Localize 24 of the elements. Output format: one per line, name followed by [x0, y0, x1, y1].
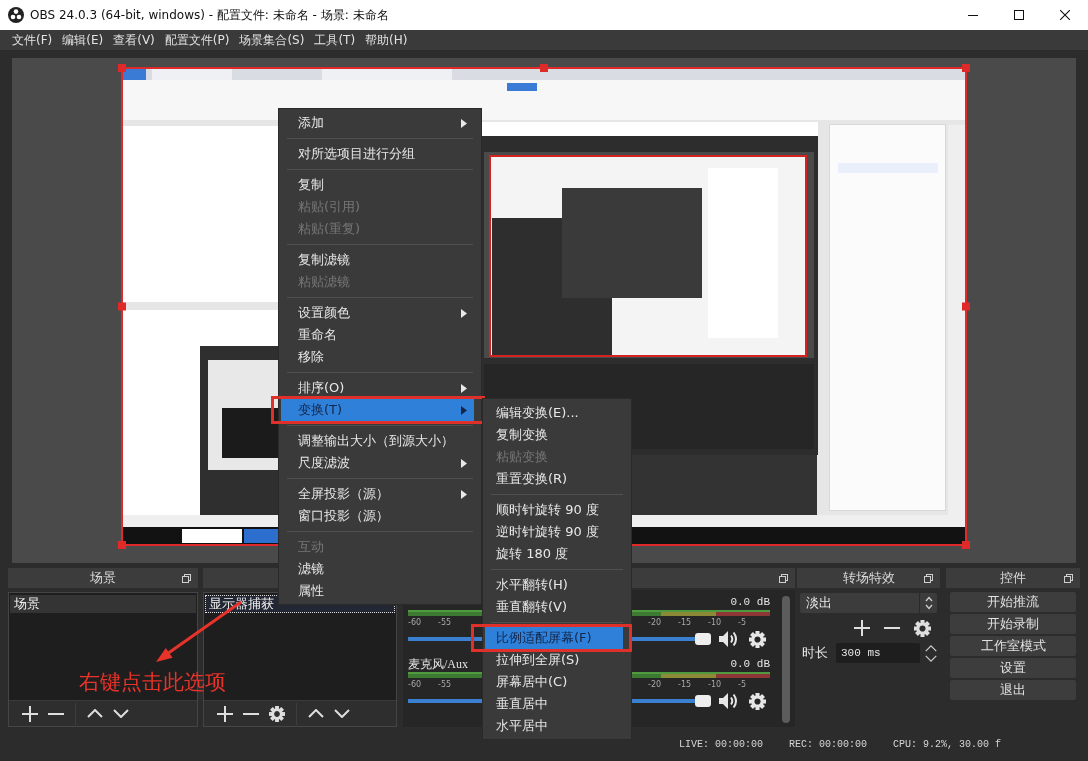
scale-label: -10	[708, 680, 723, 690]
scale-label: -15	[678, 618, 693, 628]
dock-title: 控件	[1000, 569, 1026, 587]
volume-reading: 0.0 dB	[730, 658, 770, 670]
scale-label: -55	[438, 618, 453, 628]
live-status: LIVE: 00:00:00	[678, 739, 763, 750]
scale-label: -55	[438, 680, 453, 690]
duration-label: 时长	[802, 644, 828, 662]
scale-label: -20	[648, 618, 663, 628]
dock-title: 转场特效	[842, 569, 895, 587]
dock-title: 场景	[90, 569, 116, 587]
scale-label: -10	[708, 618, 723, 628]
scale-label: -20	[648, 680, 663, 690]
volume-reading: 0.0 dB	[730, 596, 770, 608]
rec-status: REC: 00:00:00	[788, 739, 867, 750]
cpu-status: CPU: 9.2%, 30.00 f	[892, 739, 1001, 750]
scale-label: -60	[408, 680, 423, 690]
track-name: 麦克风/Aux	[408, 655, 468, 673]
scale-label: -60	[408, 618, 423, 628]
window-title: OBS 24.0.3 (64-bit, windows) - 配置文件: 未命名 - 场景: 未命名	[30, 6, 390, 24]
scale-label: -5	[738, 618, 747, 628]
scale-label: -5	[738, 680, 747, 690]
annotation-text: 右键点击此选项	[79, 669, 226, 696]
scale-label: -15	[678, 680, 693, 690]
